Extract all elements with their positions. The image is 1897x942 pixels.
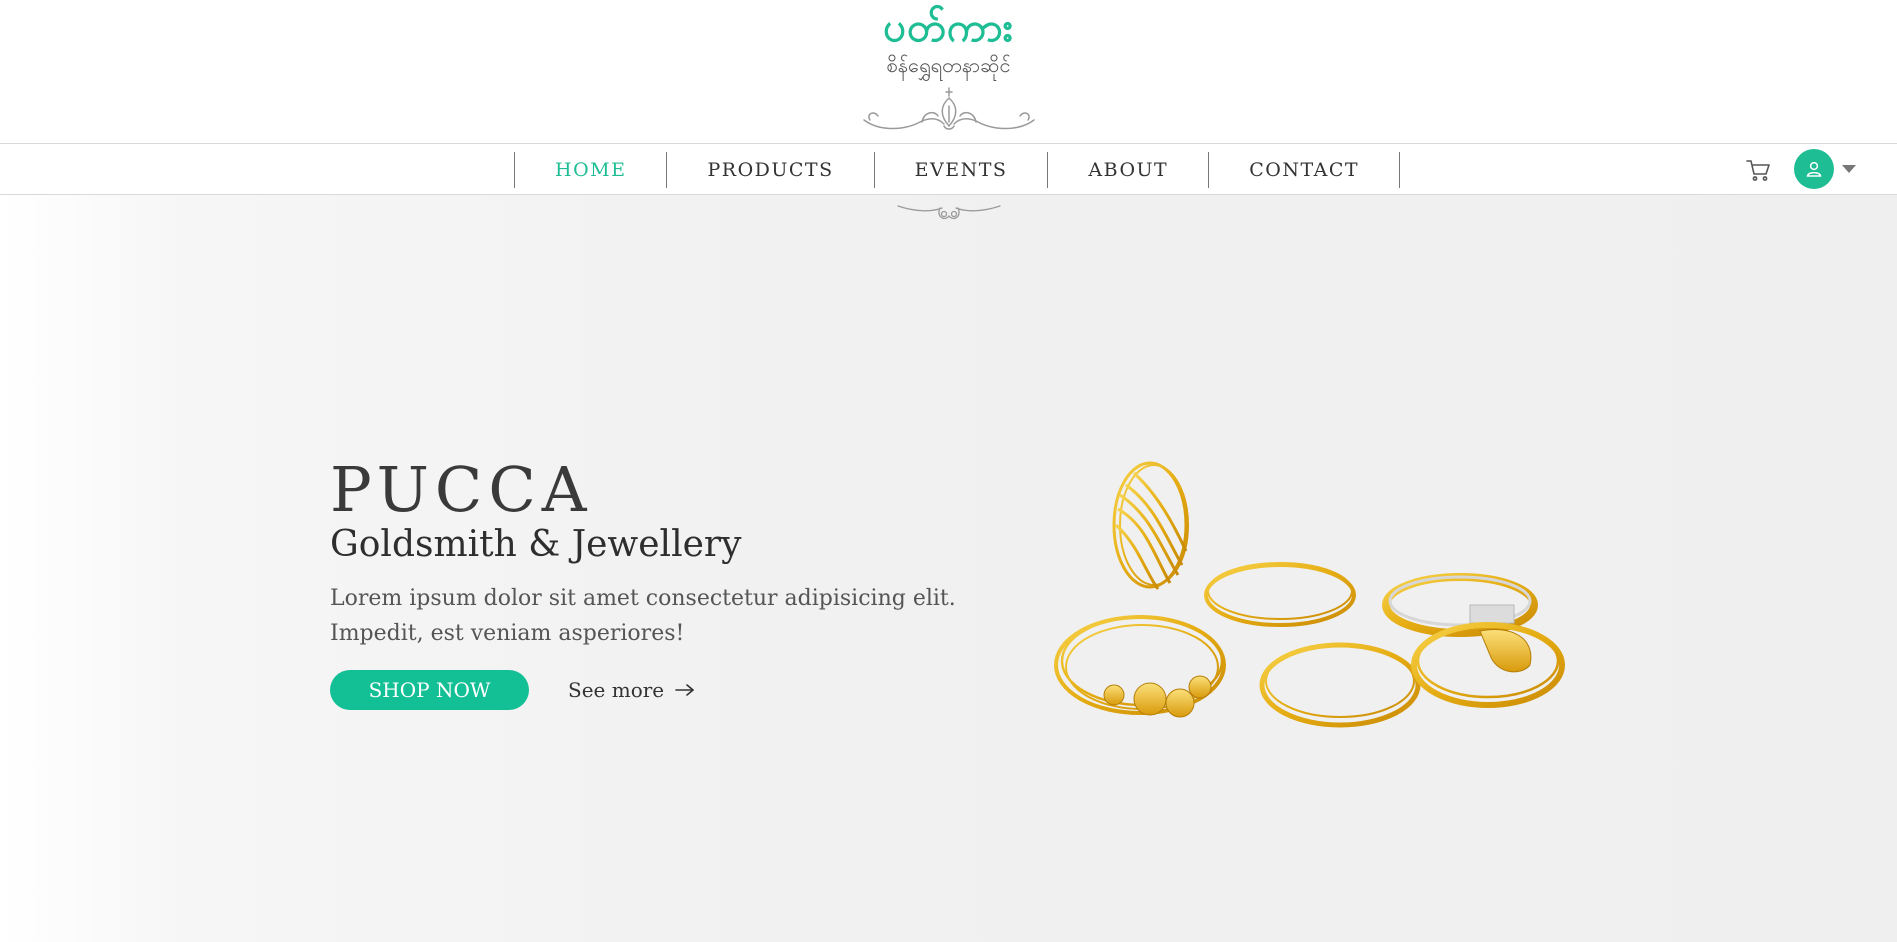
nav-item-events[interactable]: EVENTS (875, 152, 1049, 188)
arrow-right-icon (675, 684, 694, 696)
nav-item-products[interactable]: PRODUCTS (667, 152, 875, 188)
hero-section: PUCCA Goldsmith & Jewellery Lorem ipsum … (0, 195, 1897, 942)
divider-ornament-icon (897, 205, 1001, 220)
user-account-button[interactable] (1794, 149, 1834, 189)
nav-menu: HOME PRODUCTS EVENTS ABOUT CONTACT (514, 152, 1401, 188)
nav-item-home[interactable]: HOME (515, 152, 668, 188)
nav-item-about[interactable]: ABOUT (1048, 152, 1210, 188)
site-header: ပတ်ကား စိန်ရွှေရတနာဆိုင် (0, 0, 1897, 143)
cart-icon[interactable] (1744, 156, 1772, 184)
user-icon (1806, 161, 1822, 177)
logo-ornament-icon (863, 87, 1035, 130)
hero-title: PUCCA (330, 453, 593, 526)
main-navigation: HOME PRODUCTS EVENTS ABOUT CONTACT (0, 143, 1897, 195)
hero-subtitle: Goldsmith & Jewellery (330, 524, 742, 565)
shop-now-button[interactable]: SHOP NOW (330, 670, 529, 710)
see-more-link[interactable]: See more (568, 672, 696, 708)
brand-logo-subtitle: စိန်ရွှေရတနာဆိုင် (886, 53, 1011, 77)
hero-description: Lorem ipsum dolor sit amet consectetur a… (330, 586, 956, 646)
nav-item-contact[interactable]: CONTACT (1209, 152, 1401, 188)
see-more-label: See more (568, 678, 665, 702)
caret-down-icon[interactable] (1840, 162, 1858, 176)
gold-bangles-image (1054, 461, 1565, 728)
